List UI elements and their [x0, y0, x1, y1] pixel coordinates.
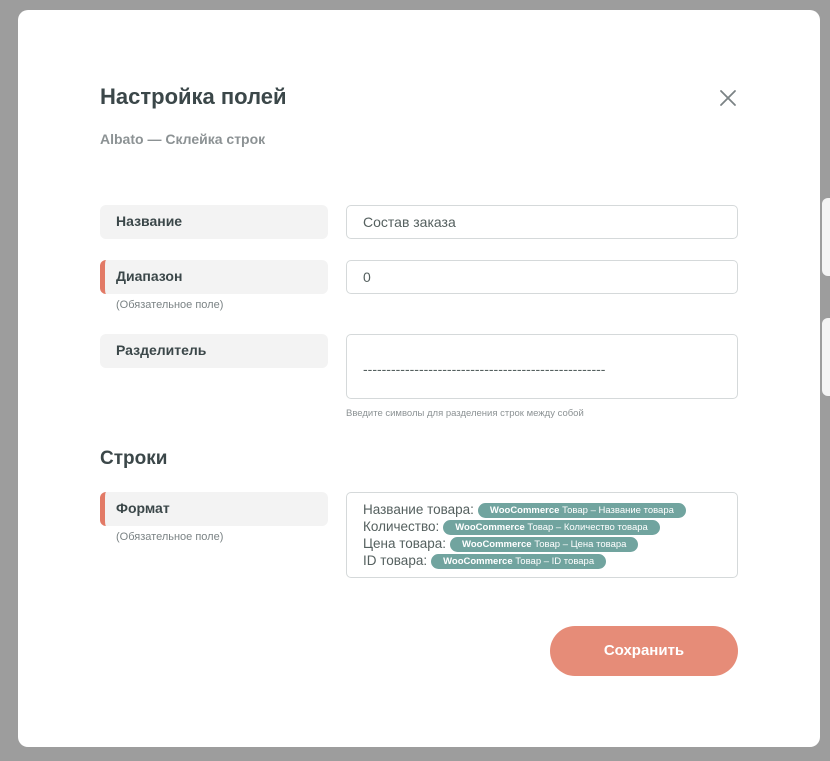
close-icon[interactable]	[716, 86, 740, 110]
tag-text: Товар – Название товара	[562, 505, 674, 516]
tag-source: WooCommerce	[489, 505, 560, 516]
field-label-range: Диапазон	[100, 260, 328, 294]
variable-tag[interactable]: WooCommerce Товар – Количество товара	[443, 520, 660, 535]
required-hint: (Обязательное поле)	[116, 531, 224, 543]
tag-source: WooCommerce	[462, 539, 532, 550]
format-line: Цена товара: WooCommerce Товар – Цена тов…	[363, 535, 721, 552]
format-line-prefix: Количество:	[363, 519, 440, 534]
format-line: Название товара: WooCommerce Товар – Назв…	[363, 501, 721, 518]
field-settings-modal: Настройка полей Albato — Склейка строк Н…	[18, 10, 820, 747]
separator-textarea[interactable]: ----------------------------------------…	[346, 334, 738, 399]
required-hint: (Обязательное поле)	[116, 299, 224, 311]
name-input[interactable]	[346, 205, 738, 239]
tag-text: Товар – ID товара	[515, 556, 595, 567]
save-button[interactable]: Сохранить	[550, 626, 738, 676]
tag-source: WooCommerce	[443, 556, 513, 567]
tag-text: Товар – Количество товара	[527, 522, 648, 533]
range-input[interactable]	[346, 260, 738, 294]
separator-help: Введите символы для разделения строк меж…	[346, 408, 584, 419]
format-line: Количество: WooCommerce Товар – Количеств…	[363, 518, 721, 535]
variable-tag[interactable]: WooCommerce Товар – Цена товара	[450, 537, 639, 552]
format-editor[interactable]: Название товара: WooCommerce Товар – Назв…	[346, 492, 738, 578]
tag-source: WooCommerce	[455, 522, 525, 533]
field-label-format: Формат	[100, 492, 328, 526]
field-label-separator: Разделитель	[100, 334, 328, 368]
format-line-prefix: ID товара:	[363, 553, 428, 568]
separator-value: ----------------------------------------…	[363, 361, 606, 377]
format-line-prefix: Название товара:	[363, 502, 474, 517]
field-label-name: Название	[100, 205, 328, 239]
format-line-prefix: Цена товара:	[363, 536, 447, 551]
variable-tag[interactable]: WooCommerce Товар – Название товара	[477, 503, 686, 518]
background-panel-edge	[822, 198, 830, 276]
variable-tag[interactable]: WooCommerce Товар – ID товара	[431, 554, 607, 569]
modal-title: Настройка полей	[100, 84, 287, 109]
tag-text: Товар – Цена товара	[534, 539, 627, 550]
modal-subtitle: Albato — Склейка строк	[100, 131, 266, 147]
background-panel-edge	[822, 318, 830, 396]
format-line: ID товара: WooCommerce Товар – ID товара	[363, 552, 721, 569]
rows-section-title: Строки	[100, 448, 168, 469]
